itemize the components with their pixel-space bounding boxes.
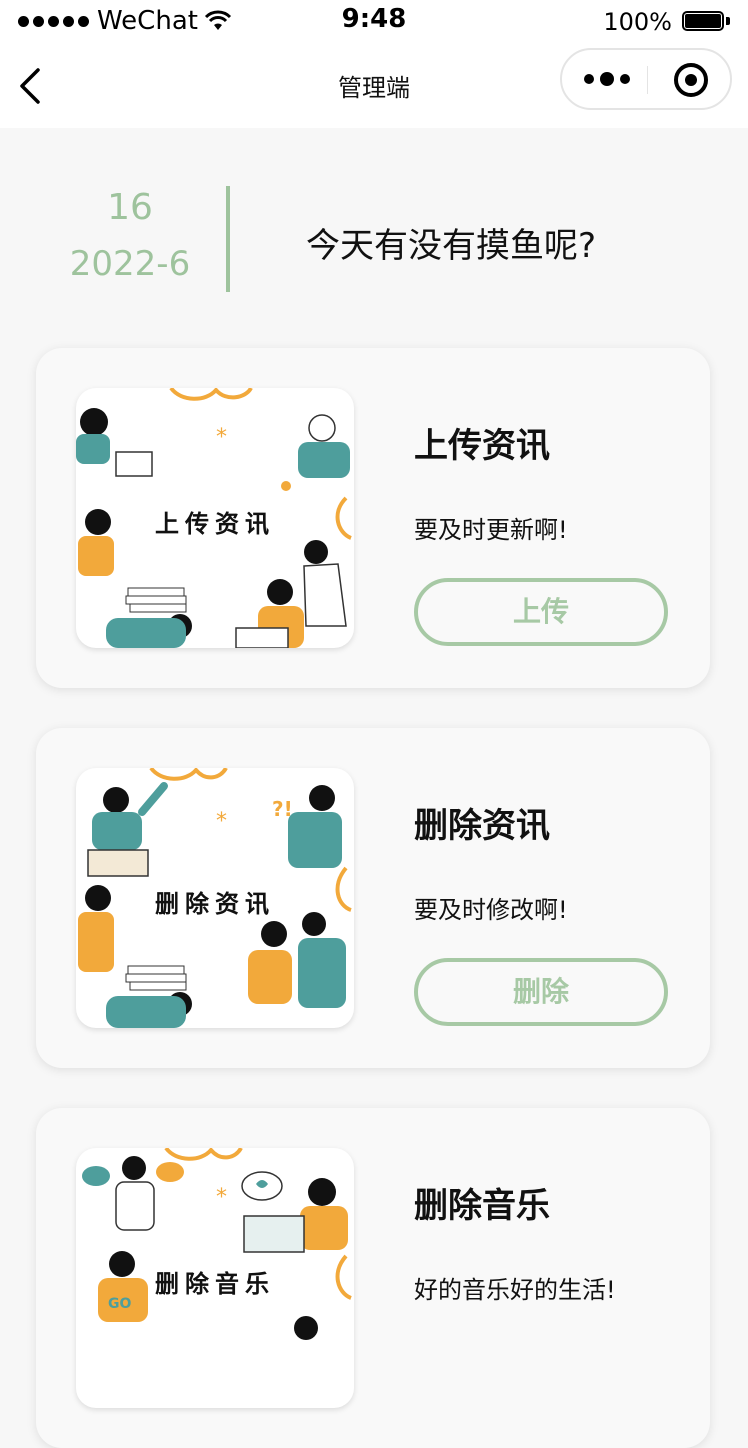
illustration-caption: 删除音乐: [155, 1270, 275, 1298]
illustration-caption: 删除资讯: [155, 890, 275, 918]
status-bar: WeChat 9:48 100%: [0, 0, 748, 44]
svg-text:*: *: [216, 425, 227, 450]
card-title: 删除资讯: [414, 806, 550, 846]
card-title: 上传资讯: [414, 426, 550, 466]
card-description: 要及时更新啊!: [414, 516, 568, 544]
card-illustration: * GO 删除音乐: [76, 1148, 354, 1408]
card-title: 删除音乐: [414, 1186, 550, 1226]
card-delete-news: * ?! 删除资讯 删除资讯 要及时修改啊! 删除: [36, 728, 710, 1068]
illustration-caption: 上传资讯: [155, 510, 275, 538]
date-divider: [226, 186, 230, 292]
target-circle-icon[interactable]: [674, 63, 708, 97]
menu-capsule: [560, 48, 732, 110]
status-right: 100%: [603, 8, 732, 36]
card-description: 要及时修改啊!: [414, 896, 568, 924]
nav-bar: 管理端: [0, 44, 748, 128]
more-dots-icon[interactable]: [584, 72, 630, 86]
card-description: 好的音乐好的生活!: [414, 1276, 616, 1304]
card-upload-news: * 上传资讯 上传资讯 要及时更新啊! 上传: [36, 348, 710, 688]
card-delete-music: * GO 删除音乐 删除音乐 好的音乐好的生活!: [36, 1108, 710, 1448]
battery-percent: 100%: [603, 8, 672, 36]
capsule-divider: [647, 66, 648, 94]
card-illustration: * ?! 删除资讯: [76, 768, 354, 1028]
upload-button[interactable]: 上传: [414, 578, 668, 646]
date-day: 16: [107, 187, 153, 228]
svg-text:*: *: [216, 1185, 227, 1210]
delete-button[interactable]: 删除: [414, 958, 668, 1026]
svg-text:*: *: [216, 809, 227, 834]
card-illustration: * 上传资讯: [76, 388, 354, 648]
date-year-month: 2022-6: [69, 244, 191, 284]
battery-icon: [682, 11, 732, 33]
greeting-text: 今天有没有摸鱼呢?: [306, 226, 597, 266]
